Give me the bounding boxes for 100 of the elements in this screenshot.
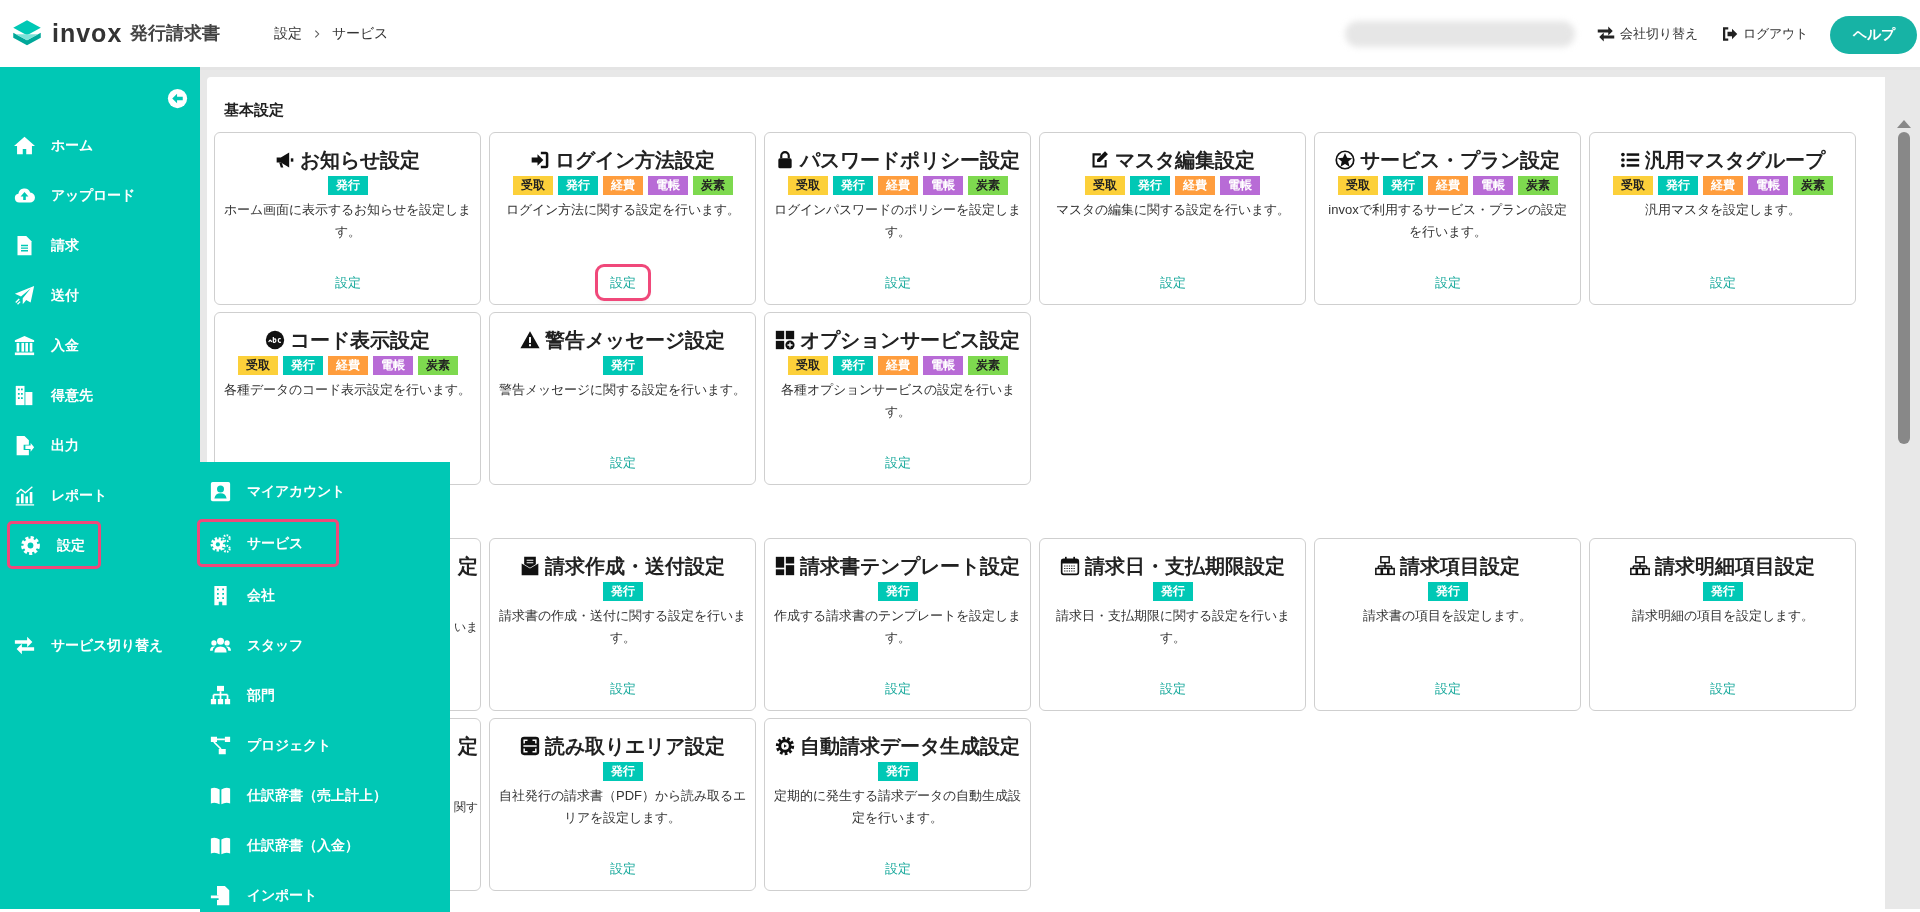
breadcrumb-item[interactable]: サービス (332, 23, 389, 44)
card-title: 汎用マスタグループ (1645, 148, 1825, 173)
service-tag: 発行 (1427, 582, 1468, 601)
scrollbar-thumb[interactable] (1898, 132, 1910, 444)
card-description: 請求日・支払期限に関する設定を行います。 (1054, 607, 1291, 647)
list-icon (1620, 150, 1640, 170)
service-tag: 経費 (602, 176, 643, 195)
card-title: 請求日・支払期限設定 (1085, 554, 1285, 579)
service-tag: 受取 (1337, 176, 1378, 195)
nav-item[interactable]: 入金 (0, 320, 200, 370)
breadcrumb-item[interactable]: 設定 (274, 23, 303, 44)
edit-icon (1090, 150, 1110, 170)
service-tag: 発行 (327, 176, 368, 195)
gears-icon (210, 532, 231, 554)
settings-link[interactable]: 設定 (872, 446, 923, 478)
service-tag: 受取 (1085, 176, 1125, 195)
service-tag: 炭素 (417, 356, 458, 375)
service-tag: 発行 (602, 356, 643, 375)
service-tag: 電帳 (372, 356, 413, 375)
nav-item[interactable]: 請求 (0, 220, 200, 270)
service-tag: 経費 (1175, 176, 1215, 195)
user-icon (210, 480, 231, 502)
settings-link[interactable]: 設定 (872, 852, 923, 884)
card-description: 警告メッセージに関する設定を行います。 (498, 381, 747, 399)
service-tag: 経費 (877, 176, 918, 195)
settings-link[interactable]: 設定 (597, 446, 648, 478)
nav-item[interactable]: 仕訳辞書（売上計上） (200, 770, 440, 820)
card-title: ログイン方法設定 (555, 148, 715, 173)
nav-item[interactable]: プロジェクト (200, 720, 440, 770)
card-title: 請求書テンプレート設定 (800, 554, 1020, 579)
card-description: 定期的に発生する請求データの自動生成設定を行います。 (773, 787, 1022, 827)
card-description: ログインパスワードのポリシーを設定します。 (773, 201, 1022, 241)
header-link[interactable]: 会社切り替え (1597, 23, 1698, 44)
service-tag: 発行 (832, 176, 873, 195)
settings-link[interactable]: 設定 (872, 266, 923, 298)
service-tag: 発行 (1702, 582, 1743, 601)
card-title: 定 (458, 554, 478, 579)
nav-item[interactable]: アップロード (0, 170, 200, 220)
card-title: 定 (458, 734, 478, 759)
service-tag: 経費 (1427, 176, 1468, 195)
nav-item[interactable]: サービス (196, 518, 340, 568)
nav-item[interactable]: 設定 (6, 520, 102, 570)
nav-item[interactable]: スタッフ (200, 620, 440, 670)
nav-item[interactable]: マイアカウント (200, 466, 440, 516)
settings-link[interactable]: 設定 (597, 672, 648, 704)
settings-link[interactable]: 設定 (1422, 266, 1473, 298)
paper-plane-icon (14, 284, 35, 306)
card-title: 自動請求データ生成設定 (800, 734, 1020, 759)
nav-item[interactable]: インポート (200, 870, 440, 912)
nav-item[interactable]: サービス切り替え (0, 620, 200, 670)
diagram-icon (210, 734, 231, 756)
collapse-icon (167, 88, 188, 109)
settings-link[interactable]: 設定 (1697, 266, 1748, 298)
service-tag: 電帳 (1472, 176, 1513, 195)
service-tag: 発行 (1130, 176, 1170, 195)
grid-plus-icon (775, 330, 795, 350)
card-title: オプションサービス設定 (800, 328, 1020, 353)
service-tag: 電帳 (922, 176, 963, 195)
card-description: ログイン方法に関する設定を行います。 (504, 201, 741, 219)
settings-link[interactable]: 設定 (597, 852, 648, 884)
service-tag: 電帳 (922, 356, 963, 375)
service-tag: 受取 (787, 176, 828, 195)
help-button[interactable]: ヘルプ (1830, 15, 1917, 54)
nav-item[interactable]: 部門 (200, 670, 440, 720)
settings-link[interactable]: 設定 (872, 672, 923, 704)
nav-item[interactable]: 会社 (200, 570, 440, 620)
switch-icon (14, 634, 35, 656)
settings-link[interactable]: 設定 (1422, 672, 1473, 704)
card-title: 警告メッセージ設定 (545, 328, 725, 353)
nav-item[interactable]: 送付 (0, 270, 200, 320)
megaphone-icon (275, 150, 295, 170)
nav-item[interactable]: 得意先 (0, 370, 200, 420)
card-title: パスワードポリシー設定 (800, 148, 1020, 173)
nav-item[interactable]: ホーム (0, 120, 200, 170)
nav-item[interactable]: 仕訳辞書（入金） (200, 820, 440, 870)
service-tag: 発行 (602, 762, 643, 781)
service-tag: 経費 (327, 356, 368, 375)
service-tag: 経費 (1702, 176, 1743, 195)
nav-item[interactable]: 出力 (0, 420, 200, 470)
card-description: 請求書の項目を設定します。 (1362, 607, 1533, 625)
card-description: 請求明細の項目を設定します。 (1630, 607, 1815, 625)
service-tag: 発行 (877, 762, 918, 781)
settings-link[interactable]: 設定 (1697, 672, 1748, 704)
service-tag: 発行 (1657, 176, 1698, 195)
settings-link[interactable]: 設定 (1147, 266, 1198, 298)
settings-link[interactable]: 設定 (597, 266, 648, 298)
card-description: 請求書の作成・送付に関する設定を行います。 (498, 607, 747, 647)
service-tag: 電帳 (1220, 176, 1260, 195)
hierarchy-icon (1375, 556, 1395, 576)
service-tag: 発行 (832, 356, 873, 375)
org-chart-icon (210, 684, 231, 706)
settings-link[interactable]: 設定 (1147, 672, 1198, 704)
service-tag: 電帳 (1747, 176, 1788, 195)
header-link[interactable]: ログアウト (1720, 23, 1808, 44)
home-icon (14, 134, 35, 156)
service-tag: 炭素 (692, 176, 733, 195)
settings-link[interactable]: 設定 (322, 266, 373, 298)
nav-item[interactable]: レポート (0, 470, 200, 520)
service-tag: 電帳 (647, 176, 688, 195)
warning-icon (520, 330, 540, 350)
